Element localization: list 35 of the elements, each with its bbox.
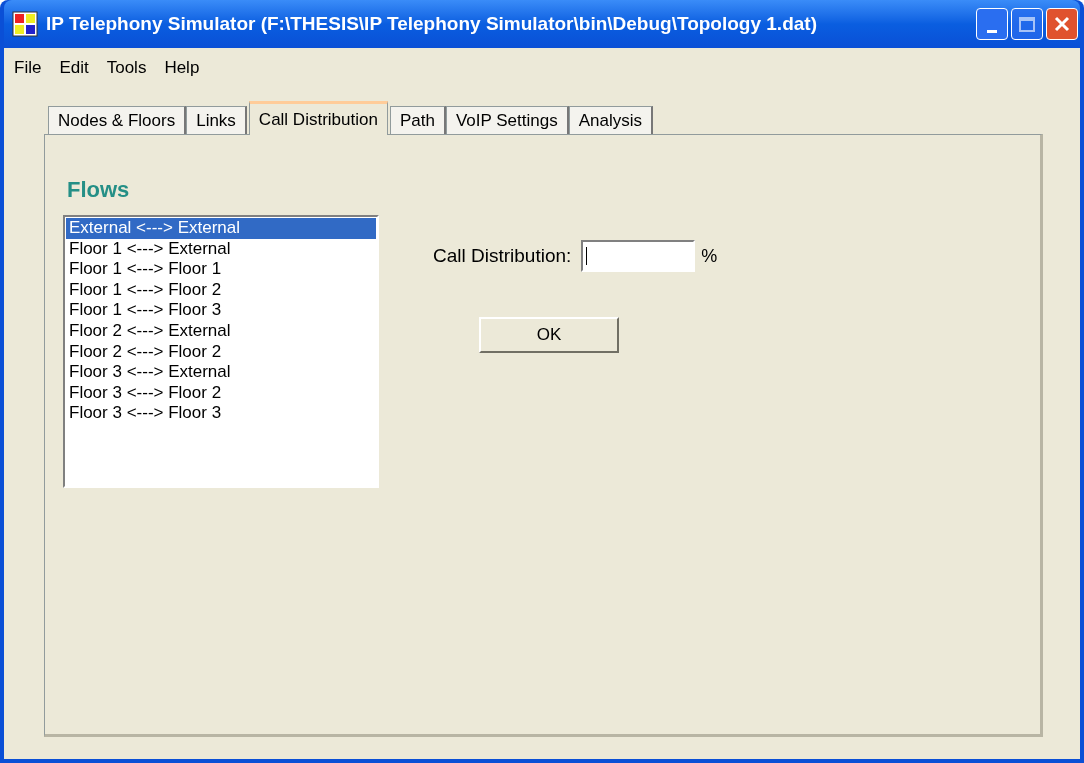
list-item[interactable]: Floor 3 <---> Floor 2	[66, 382, 376, 404]
minimize-button[interactable]	[976, 8, 1008, 40]
text-cursor	[586, 247, 588, 265]
tab[interactable]: VoIP Settings	[445, 106, 569, 134]
app-icon	[12, 11, 38, 37]
close-button[interactable]	[1046, 8, 1078, 40]
section-heading: Flows	[67, 176, 131, 204]
ok-button[interactable]: OK	[479, 317, 619, 353]
menu-item[interactable]: File	[6, 55, 50, 81]
tab[interactable]: Links	[186, 106, 247, 134]
unit-label: %	[701, 244, 718, 268]
menu-item[interactable]: Edit	[51, 55, 97, 81]
menu-item[interactable]: Tools	[98, 55, 155, 81]
list-item[interactable]: Floor 1 <---> External	[66, 238, 376, 260]
close-icon	[1053, 15, 1071, 33]
tab[interactable]: Path	[389, 106, 446, 134]
percent-input-field[interactable]	[581, 240, 696, 272]
list-item[interactable]: Floor 1 <---> Floor 2	[66, 279, 376, 301]
list-item[interactable]: Floor 3 <---> External	[66, 362, 376, 383]
tab[interactable]: Analysis	[568, 106, 653, 134]
list-item[interactable]: Floor 2 <---> External	[66, 320, 376, 342]
field-label: Call Distribution:	[433, 243, 572, 268]
list-item[interactable]: Floor 2 <---> Floor 2	[66, 341, 376, 363]
maximize-button[interactable]	[1011, 8, 1043, 40]
list-item[interactable]: Floor 3 <---> Floor 3	[66, 403, 376, 424]
window-title: IP Telephony Simulator (F:\THESIS\IP Telephony Simulator\bin\Debug\Topology 1.dat)	[46, 11, 818, 36]
maximize-icon	[1019, 16, 1035, 32]
tab[interactable]: Call Distribution	[248, 101, 388, 135]
list-item[interactable]: Floor 1 <---> Floor 3	[66, 300, 376, 321]
flows-list[interactable]	[63, 215, 379, 488]
list-item[interactable]: External <---> External	[66, 218, 376, 239]
minimize-icon	[987, 30, 997, 33]
menu-item[interactable]: Help	[156, 55, 208, 81]
tab[interactable]: Nodes & Floors	[48, 106, 187, 134]
list-item[interactable]: Floor 1 <---> Floor 1	[66, 259, 376, 280]
